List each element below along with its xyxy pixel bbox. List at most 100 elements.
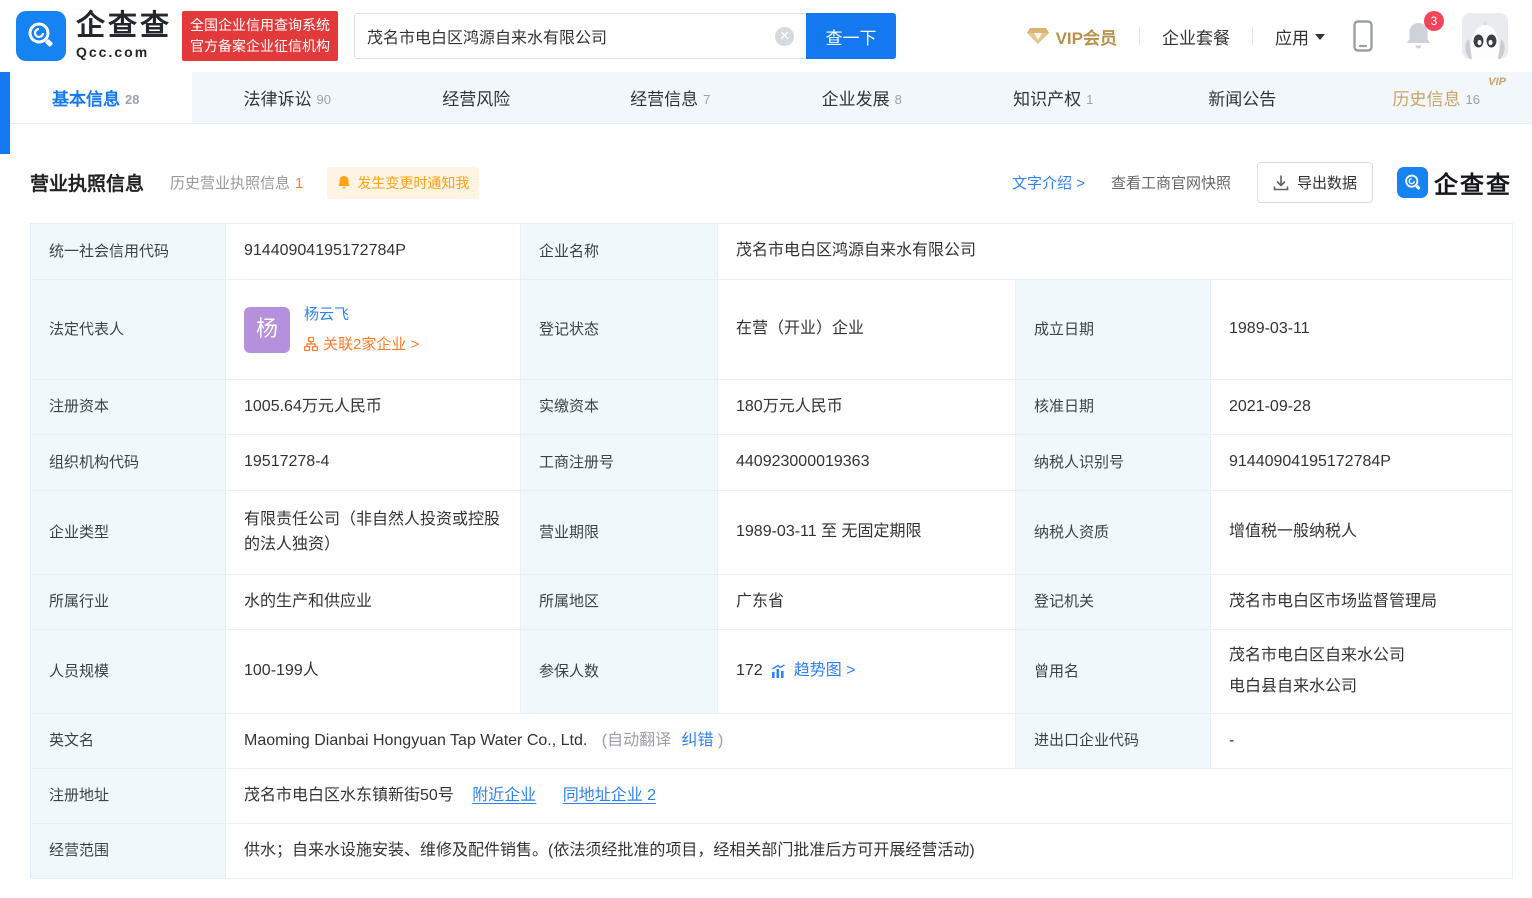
former-name-2: 电白县自来水公司	[1229, 672, 1494, 702]
table-row: 注册资本 1005.64万元人民币 实缴资本 180万元人民币 核准日期 202…	[31, 380, 1513, 435]
insured-count-value: 172	[736, 659, 763, 684]
vip-member-label: VIP会员	[1056, 24, 1117, 49]
license-section-header: 营业执照信息 历史营业执照信息 1 发生变更时通知我 文字介绍 > 查看工商官网快…	[30, 162, 1512, 203]
qcc-logo-icon-small	[1397, 167, 1428, 198]
tab-basic-info[interactable]: 基本信息 28	[0, 72, 192, 123]
qcc-watermark-text: 企查查	[1434, 165, 1512, 200]
insured-count-label: 参保人数	[521, 630, 718, 714]
tab-legal-litigation[interactable]: 法律诉讼 90	[192, 72, 384, 123]
related-companies-link[interactable]: 关联2家企业 >	[304, 333, 419, 356]
english-name-value: Maoming Dianbai Hongyuan Tap Water Co., …	[244, 732, 587, 749]
magnifier-q-icon	[25, 20, 57, 52]
establish-date-label: 成立日期	[1016, 280, 1211, 380]
business-term-label: 营业期限	[521, 491, 718, 575]
notify-on-change-badge[interactable]: 发生变更时通知我	[327, 167, 479, 199]
search-bar: ✕ 查一下	[354, 13, 896, 59]
tab-operation-risk[interactable]: 经营风险	[383, 72, 575, 123]
business-term-value: 1989-03-11 至 无固定期限	[718, 491, 1016, 575]
address-label: 注册地址	[31, 769, 226, 824]
correct-link[interactable]: 纠错	[682, 732, 714, 749]
business-license-table: 统一社会信用代码 91440904195172784P 企业名称 茂名市电白区鸿…	[30, 223, 1513, 879]
search-button[interactable]: 查一下	[806, 13, 896, 59]
taxpayer-quality-label: 纳税人资质	[1016, 491, 1211, 575]
brand-block[interactable]: 企查查 Qcc.com	[76, 12, 172, 60]
tab-label: 知识产权	[1013, 85, 1081, 110]
section-title: 营业执照信息	[30, 169, 144, 196]
section-actions: 文字介绍 > 查看工商官网快照 导出数据 企查查	[1012, 162, 1512, 203]
former-name-label: 曾用名	[1016, 630, 1211, 714]
history-license-count: 1	[295, 175, 303, 192]
reg-capital-label: 注册资本	[31, 380, 226, 435]
tab-news-announcements[interactable]: 新闻公告	[1149, 72, 1341, 123]
staff-size-label: 人员规模	[31, 630, 226, 714]
left-anchor-strip	[0, 72, 10, 154]
paid-capital-value: 180万元人民币	[718, 380, 1016, 435]
gov-badge-line1: 全国企业信用查询系统	[190, 15, 330, 36]
vip-tag: VIP	[1488, 76, 1506, 88]
user-avatar[interactable]	[1462, 13, 1508, 59]
company-detail-tabbar: 基本信息 28 法律诉讼 90 经营风险 经营信息 7 企业发展 8 知识产权 …	[0, 72, 1532, 124]
qcc-watermark: 企查查	[1397, 165, 1512, 200]
nearby-companies-link[interactable]: 附近企业	[472, 787, 536, 804]
tab-count: 1	[1086, 92, 1093, 107]
table-row: 法定代表人 杨 杨云飞 关联2家企业 >	[31, 280, 1513, 380]
trend-chart-link[interactable]: 趋势图 >	[794, 659, 856, 684]
import-export-code-label: 进出口企业代码	[1016, 714, 1211, 769]
tab-count: 28	[125, 92, 139, 107]
apps-dropdown[interactable]: 应用	[1275, 24, 1325, 49]
export-data-button[interactable]: 导出数据	[1257, 162, 1373, 203]
chevron-down-icon	[1315, 34, 1325, 40]
history-license-label: 历史营业执照信息	[170, 175, 290, 192]
address-cell: 茂名市电白区水东镇新街50号 附近企业 同地址企业 2	[226, 769, 1513, 824]
official-snapshot-link[interactable]: 查看工商官网快照	[1111, 172, 1231, 193]
approval-date-label: 核准日期	[1016, 380, 1211, 435]
text-intro-link[interactable]: 文字介绍 >	[1012, 172, 1085, 193]
english-name-label: 英文名	[31, 714, 226, 769]
region-value: 广东省	[718, 575, 1016, 630]
auto-translate-note: (自动翻译	[602, 732, 671, 749]
tab-operation-info[interactable]: 经营信息 7	[575, 72, 767, 123]
same-address-companies-link[interactable]: 同地址企业 2	[563, 787, 656, 804]
tab-intellectual-property[interactable]: 知识产权 1	[958, 72, 1150, 123]
legal-rep-avatar[interactable]: 杨	[244, 307, 290, 353]
gov-badge-line2: 官方备案企业征信机构	[190, 36, 330, 57]
related-companies-label: 关联2家企业 >	[323, 333, 419, 356]
industry-label: 所属行业	[31, 575, 226, 630]
enterprise-package-link[interactable]: 企业套餐	[1162, 24, 1230, 49]
tab-label: 基本信息	[52, 85, 120, 110]
notifications-button[interactable]: 3	[1405, 21, 1432, 51]
tab-label: 经营信息	[630, 85, 698, 110]
tab-count: 90	[317, 92, 331, 107]
org-chart-icon	[304, 337, 318, 351]
legal-rep-name-link[interactable]: 杨云飞	[304, 303, 419, 326]
table-row: 英文名 Maoming Dianbai Hongyuan Tap Water C…	[31, 714, 1513, 769]
table-row: 所属行业 水的生产和供应业 所属地区 广东省 登记机关 茂名市电白区市场监督管理…	[31, 575, 1513, 630]
reg-status-value: 在营（开业）企业	[718, 280, 1016, 380]
reg-status-label: 登记状态	[521, 280, 718, 380]
legal-rep-cell: 杨 杨云飞 关联2家企业 >	[226, 280, 521, 380]
tab-count: 7	[703, 92, 710, 107]
search-input[interactable]	[367, 27, 775, 45]
apps-label: 应用	[1275, 24, 1309, 49]
notification-count-badge: 3	[1424, 11, 1444, 31]
vip-member-link[interactable]: VIP会员	[1027, 24, 1117, 49]
region-label: 所属地区	[521, 575, 718, 630]
tab-label: 经营风险	[442, 85, 510, 110]
clear-search-icon[interactable]: ✕	[775, 27, 794, 46]
org-code-label: 组织机构代码	[31, 435, 226, 491]
tab-count: 16	[1466, 92, 1480, 107]
table-row: 注册地址 茂名市电白区水东镇新街50号 附近企业 同地址企业 2	[31, 769, 1513, 824]
download-icon	[1273, 175, 1289, 191]
qcc-logo-icon[interactable]	[16, 11, 66, 61]
tab-company-development[interactable]: 企业发展 8	[766, 72, 958, 123]
divider	[1252, 27, 1253, 45]
legal-rep-label: 法定代表人	[31, 280, 226, 380]
export-data-label: 导出数据	[1297, 172, 1357, 193]
brand-name: 企查查	[76, 12, 172, 41]
history-license-link[interactable]: 历史营业执照信息 1	[170, 172, 303, 193]
tab-history-info[interactable]: 历史信息 16 VIP	[1341, 72, 1532, 123]
company-type-value: 有限责任公司（非自然人投资或控股的法人独资）	[226, 491, 521, 575]
vip-diamond-icon	[1027, 27, 1049, 45]
business-scope-value: 供水；自来水设施安装、维修及配件销售。(依法须经批准的项目，经相关部门批准后方可…	[226, 824, 1513, 879]
mobile-app-button[interactable]	[1353, 20, 1373, 52]
